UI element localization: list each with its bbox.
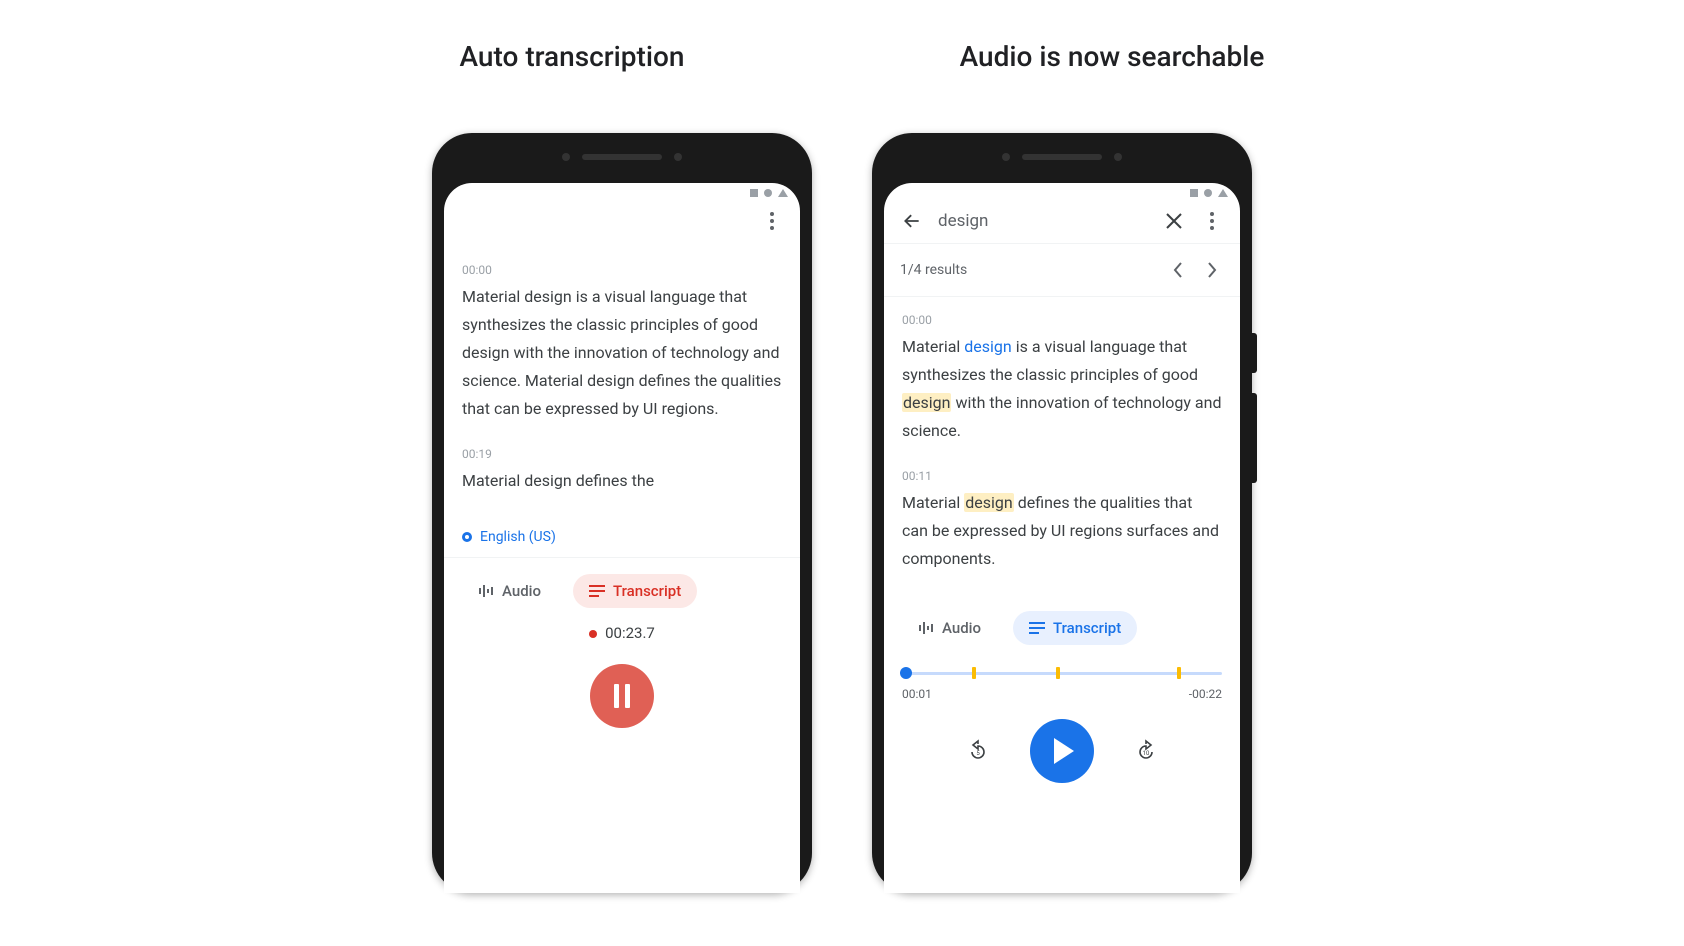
heading-searchable: Audio is now searchable xyxy=(922,40,1302,73)
statusbar xyxy=(884,183,1240,199)
transcript-text: Material design defines the xyxy=(462,467,782,495)
recording-time: 00:23.7 xyxy=(444,616,800,650)
waveform-icon xyxy=(918,620,934,636)
prev-result-icon[interactable] xyxy=(1166,258,1190,282)
tab-transcript-label: Transcript xyxy=(1053,619,1121,637)
language-selector[interactable]: English (US) xyxy=(444,529,800,558)
phone-right: design 1/4 results 00:00 xyxy=(872,133,1252,893)
heading-auto-transcription: Auto transcription xyxy=(382,40,762,73)
pause-button[interactable] xyxy=(590,664,654,728)
transcript-text: Material design defines the qualities th… xyxy=(902,489,1222,573)
language-label: English (US) xyxy=(480,529,556,545)
transcript-text: Material design is a visual language tha… xyxy=(462,283,782,423)
seek-thumb[interactable] xyxy=(900,667,912,679)
transcript-icon xyxy=(1029,622,1045,634)
timestamp: 00:00 xyxy=(462,263,782,277)
radio-icon xyxy=(462,532,472,542)
tab-transcript[interactable]: Transcript xyxy=(1013,611,1137,645)
tab-audio[interactable]: Audio xyxy=(902,611,997,645)
tab-transcript-label: Transcript xyxy=(613,582,681,600)
search-match: design xyxy=(964,493,1013,512)
seek-remaining: -00:22 xyxy=(1189,687,1222,701)
results-count: 1/4 results xyxy=(900,262,967,278)
search-match: design xyxy=(902,393,951,412)
play-button[interactable] xyxy=(1030,719,1094,783)
close-icon[interactable] xyxy=(1162,209,1186,233)
waveform-icon xyxy=(478,583,494,599)
svg-text:5: 5 xyxy=(976,750,980,757)
seek-slider[interactable] xyxy=(902,663,1222,683)
svg-text:10: 10 xyxy=(1143,750,1150,757)
timestamp: 00:19 xyxy=(462,447,782,461)
timestamp: 00:00 xyxy=(902,313,1222,327)
forward-10-icon[interactable]: 10 xyxy=(1134,739,1158,763)
back-icon[interactable] xyxy=(900,209,924,233)
tab-audio-label: Audio xyxy=(942,619,981,637)
tab-audio[interactable]: Audio xyxy=(462,574,557,608)
more-icon[interactable] xyxy=(760,209,784,233)
tab-audio-label: Audio xyxy=(502,582,541,600)
replay-5-icon[interactable]: 5 xyxy=(966,739,990,763)
transcript-text: Material design is a visual language tha… xyxy=(902,333,1222,445)
record-dot-icon xyxy=(589,630,597,638)
phone-left: 00:00 Material design is a visual langua… xyxy=(432,133,812,893)
next-result-icon[interactable] xyxy=(1200,258,1224,282)
search-input[interactable]: design xyxy=(938,211,1148,231)
search-match: design xyxy=(964,337,1011,356)
transcript-icon xyxy=(589,585,605,597)
seek-current: 00:01 xyxy=(902,687,932,701)
more-icon[interactable] xyxy=(1200,209,1224,233)
statusbar xyxy=(444,183,800,199)
tab-transcript[interactable]: Transcript xyxy=(573,574,697,608)
timestamp: 00:11 xyxy=(902,469,1222,483)
